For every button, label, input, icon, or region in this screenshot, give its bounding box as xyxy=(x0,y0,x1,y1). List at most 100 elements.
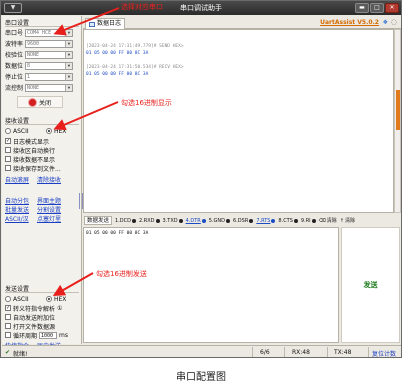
databits-row: 数据位 8 ▼ xyxy=(5,61,79,70)
signal-gnd[interactable]: 5.GND xyxy=(209,218,231,224)
ascii-table-link[interactable]: ASCII/汉 xyxy=(5,214,29,223)
flow-select[interactable]: NONE ▼ xyxy=(25,83,73,92)
checkbox-checked-icon[interactable]: ✓ xyxy=(5,305,11,311)
status-ok-icon: ✔ xyxy=(5,349,11,356)
signal-dsr[interactable]: 6.DSR xyxy=(233,217,254,224)
chevron-down-icon[interactable]: ▼ xyxy=(65,29,72,36)
escape-parse-label: 转义符指令解析 xyxy=(13,305,56,313)
tab-data-log[interactable]: 数据日志 xyxy=(85,18,126,29)
auto-split-link[interactable]: 自动分包 xyxy=(5,196,29,205)
minimize-button[interactable]: ▬ xyxy=(355,3,369,13)
clear-send-button[interactable]: ⌫ 清除 xyxy=(319,217,337,225)
radio-icon[interactable] xyxy=(5,296,11,302)
receive-mode-ascii[interactable]: ASCII xyxy=(5,127,29,135)
save-to-file-label: 接收保存到文件... xyxy=(13,165,61,173)
log-mode-checkbox[interactable]: ✓ 日志模式显示 xyxy=(5,137,49,146)
loop-period-checkbox[interactable]: 循环周期 1000 ms xyxy=(5,331,68,340)
stopbits-select[interactable]: 1 ▼ xyxy=(25,72,73,81)
clear-send-label: 清除 xyxy=(326,218,337,224)
chevron-down-icon[interactable]: ▼ xyxy=(65,62,72,69)
signal-label: 8.CTS xyxy=(278,217,293,224)
auto-append-checkbox[interactable]: 自动发送附加位 xyxy=(5,313,55,322)
signal-led-icon xyxy=(293,218,298,223)
tools-link[interactable]: 点塞灯里 xyxy=(37,214,61,223)
save-to-file-checkbox[interactable]: 接收保存到文件... xyxy=(5,164,61,173)
checkbox-icon[interactable] xyxy=(5,156,11,162)
signal-label: 6.DSR xyxy=(233,217,249,224)
databits-select[interactable]: 8 ▼ xyxy=(25,61,73,70)
signal-label: 7.RTS xyxy=(256,217,271,224)
chevron-down-icon[interactable]: ▼ xyxy=(65,40,72,47)
signal-label: 3.TXD xyxy=(162,217,178,224)
baud-select[interactable]: 9600 ▼ xyxy=(25,39,73,48)
port-select[interactable]: COM4 HCE ▼ xyxy=(25,28,73,37)
escape-parse-checkbox[interactable]: ✓ 转义符指令解析 ① xyxy=(5,304,62,313)
send-button[interactable]: 发送 xyxy=(341,227,400,343)
close-port-button[interactable]: 关闭 xyxy=(17,96,63,108)
theme-link[interactable]: 界面主题 xyxy=(37,196,61,205)
help-icon[interactable]: ① xyxy=(57,305,62,312)
rx-count: RX:48 xyxy=(292,349,310,356)
chevron-down-icon[interactable]: ▼ xyxy=(65,51,72,58)
clear-all-button[interactable]: ↑ 清除 xyxy=(339,217,355,225)
flow-value: NONE xyxy=(27,84,40,91)
radio-checked-icon[interactable] xyxy=(46,296,52,302)
auto-scroll-link[interactable]: 自动滚屏 xyxy=(5,175,29,184)
checkbox-icon[interactable] xyxy=(5,165,11,171)
radio-icon[interactable] xyxy=(5,128,11,134)
send-tab[interactable]: 数据发送 xyxy=(84,216,113,225)
reset-count-link[interactable]: 复位计数 xyxy=(372,349,396,357)
stopbits-label: 停止位 xyxy=(5,74,24,81)
checkbox-icon[interactable] xyxy=(5,314,11,320)
hide-receive-checkbox[interactable]: 接收数据不显示 xyxy=(5,155,55,164)
send-toolbar: 数据发送 1.DCD 2.RXD 3.TXD 4.DTR 5.GND 6.DSR… xyxy=(83,215,401,226)
divider xyxy=(284,347,285,357)
loop-period-label: 循环周期 xyxy=(13,332,38,340)
batch-send-link[interactable]: 批量发送 xyxy=(5,205,29,214)
signal-led-icon xyxy=(271,218,276,223)
version-link[interactable]: UartAssist V5.0.2 xyxy=(320,19,379,26)
auto-wrap-checkbox[interactable]: 接收区自动换行 xyxy=(5,146,55,155)
close-window-button[interactable]: ✕ xyxy=(385,3,399,13)
receive-ascii-label: ASCII xyxy=(13,127,29,135)
clear-receive-link[interactable]: 清除接收 xyxy=(37,175,61,184)
plugin-icon[interactable]: ❖ xyxy=(383,19,388,26)
arrow-up-icon: ↑ xyxy=(339,217,344,224)
signal-ri[interactable]: 9.RI xyxy=(301,218,316,224)
scrollbar-thumb[interactable] xyxy=(396,90,400,130)
chevron-down-icon[interactable]: ▼ xyxy=(65,84,72,91)
status-text: 就绪! xyxy=(13,351,28,358)
send-mode-hex[interactable]: HEX xyxy=(46,295,66,303)
signal-cts[interactable]: 8.CTS xyxy=(278,218,298,224)
signal-led-icon xyxy=(178,218,183,223)
signal-rts[interactable]: 7.RTS xyxy=(256,217,276,224)
receive-scrollbar[interactable] xyxy=(394,29,401,213)
radio-checked-icon[interactable] xyxy=(46,128,52,134)
checkbox-checked-icon[interactable]: ✓ xyxy=(5,138,11,144)
file-source-checkbox[interactable]: 打开文件数据源 xyxy=(5,322,55,331)
signal-rxd[interactable]: 2.RXD xyxy=(139,218,160,224)
signal-dcd[interactable]: 1.DCD xyxy=(115,218,136,224)
send-input-area[interactable]: 01 05 00 00 FF 00 8C 3A xyxy=(83,227,339,343)
app-menu-icon[interactable]: ▼ xyxy=(4,3,22,13)
send-mode-ascii[interactable]: ASCII xyxy=(5,295,29,303)
receive-mode-hex[interactable]: HEX xyxy=(46,127,66,135)
split-settings-link[interactable]: 分割设置 xyxy=(37,205,61,214)
checkbox-icon[interactable] xyxy=(5,323,11,329)
port-value: COM4 HCE xyxy=(27,29,52,36)
maximize-button[interactable]: □ xyxy=(370,3,384,13)
baud-value: 9600 xyxy=(27,40,40,47)
divider xyxy=(5,292,79,293)
signal-led-icon xyxy=(249,218,254,223)
divider xyxy=(5,124,79,125)
receive-area[interactable]: [2023-04-24 17:31:49.779]# SEND HEX> 01 … xyxy=(83,29,394,213)
signal-dtr[interactable]: 4.DTR xyxy=(186,218,206,224)
interval-input[interactable]: 1000 xyxy=(39,331,58,339)
signal-txd[interactable]: 3.TXD xyxy=(163,218,183,224)
parity-select[interactable]: NONE ▼ xyxy=(25,50,73,59)
refresh-icon[interactable]: ◌ xyxy=(391,18,397,26)
chevron-down-icon[interactable]: ▼ xyxy=(65,73,72,80)
checkbox-icon[interactable] xyxy=(5,147,11,153)
interval-unit: ms xyxy=(59,331,68,339)
checkbox-icon[interactable] xyxy=(5,332,11,338)
